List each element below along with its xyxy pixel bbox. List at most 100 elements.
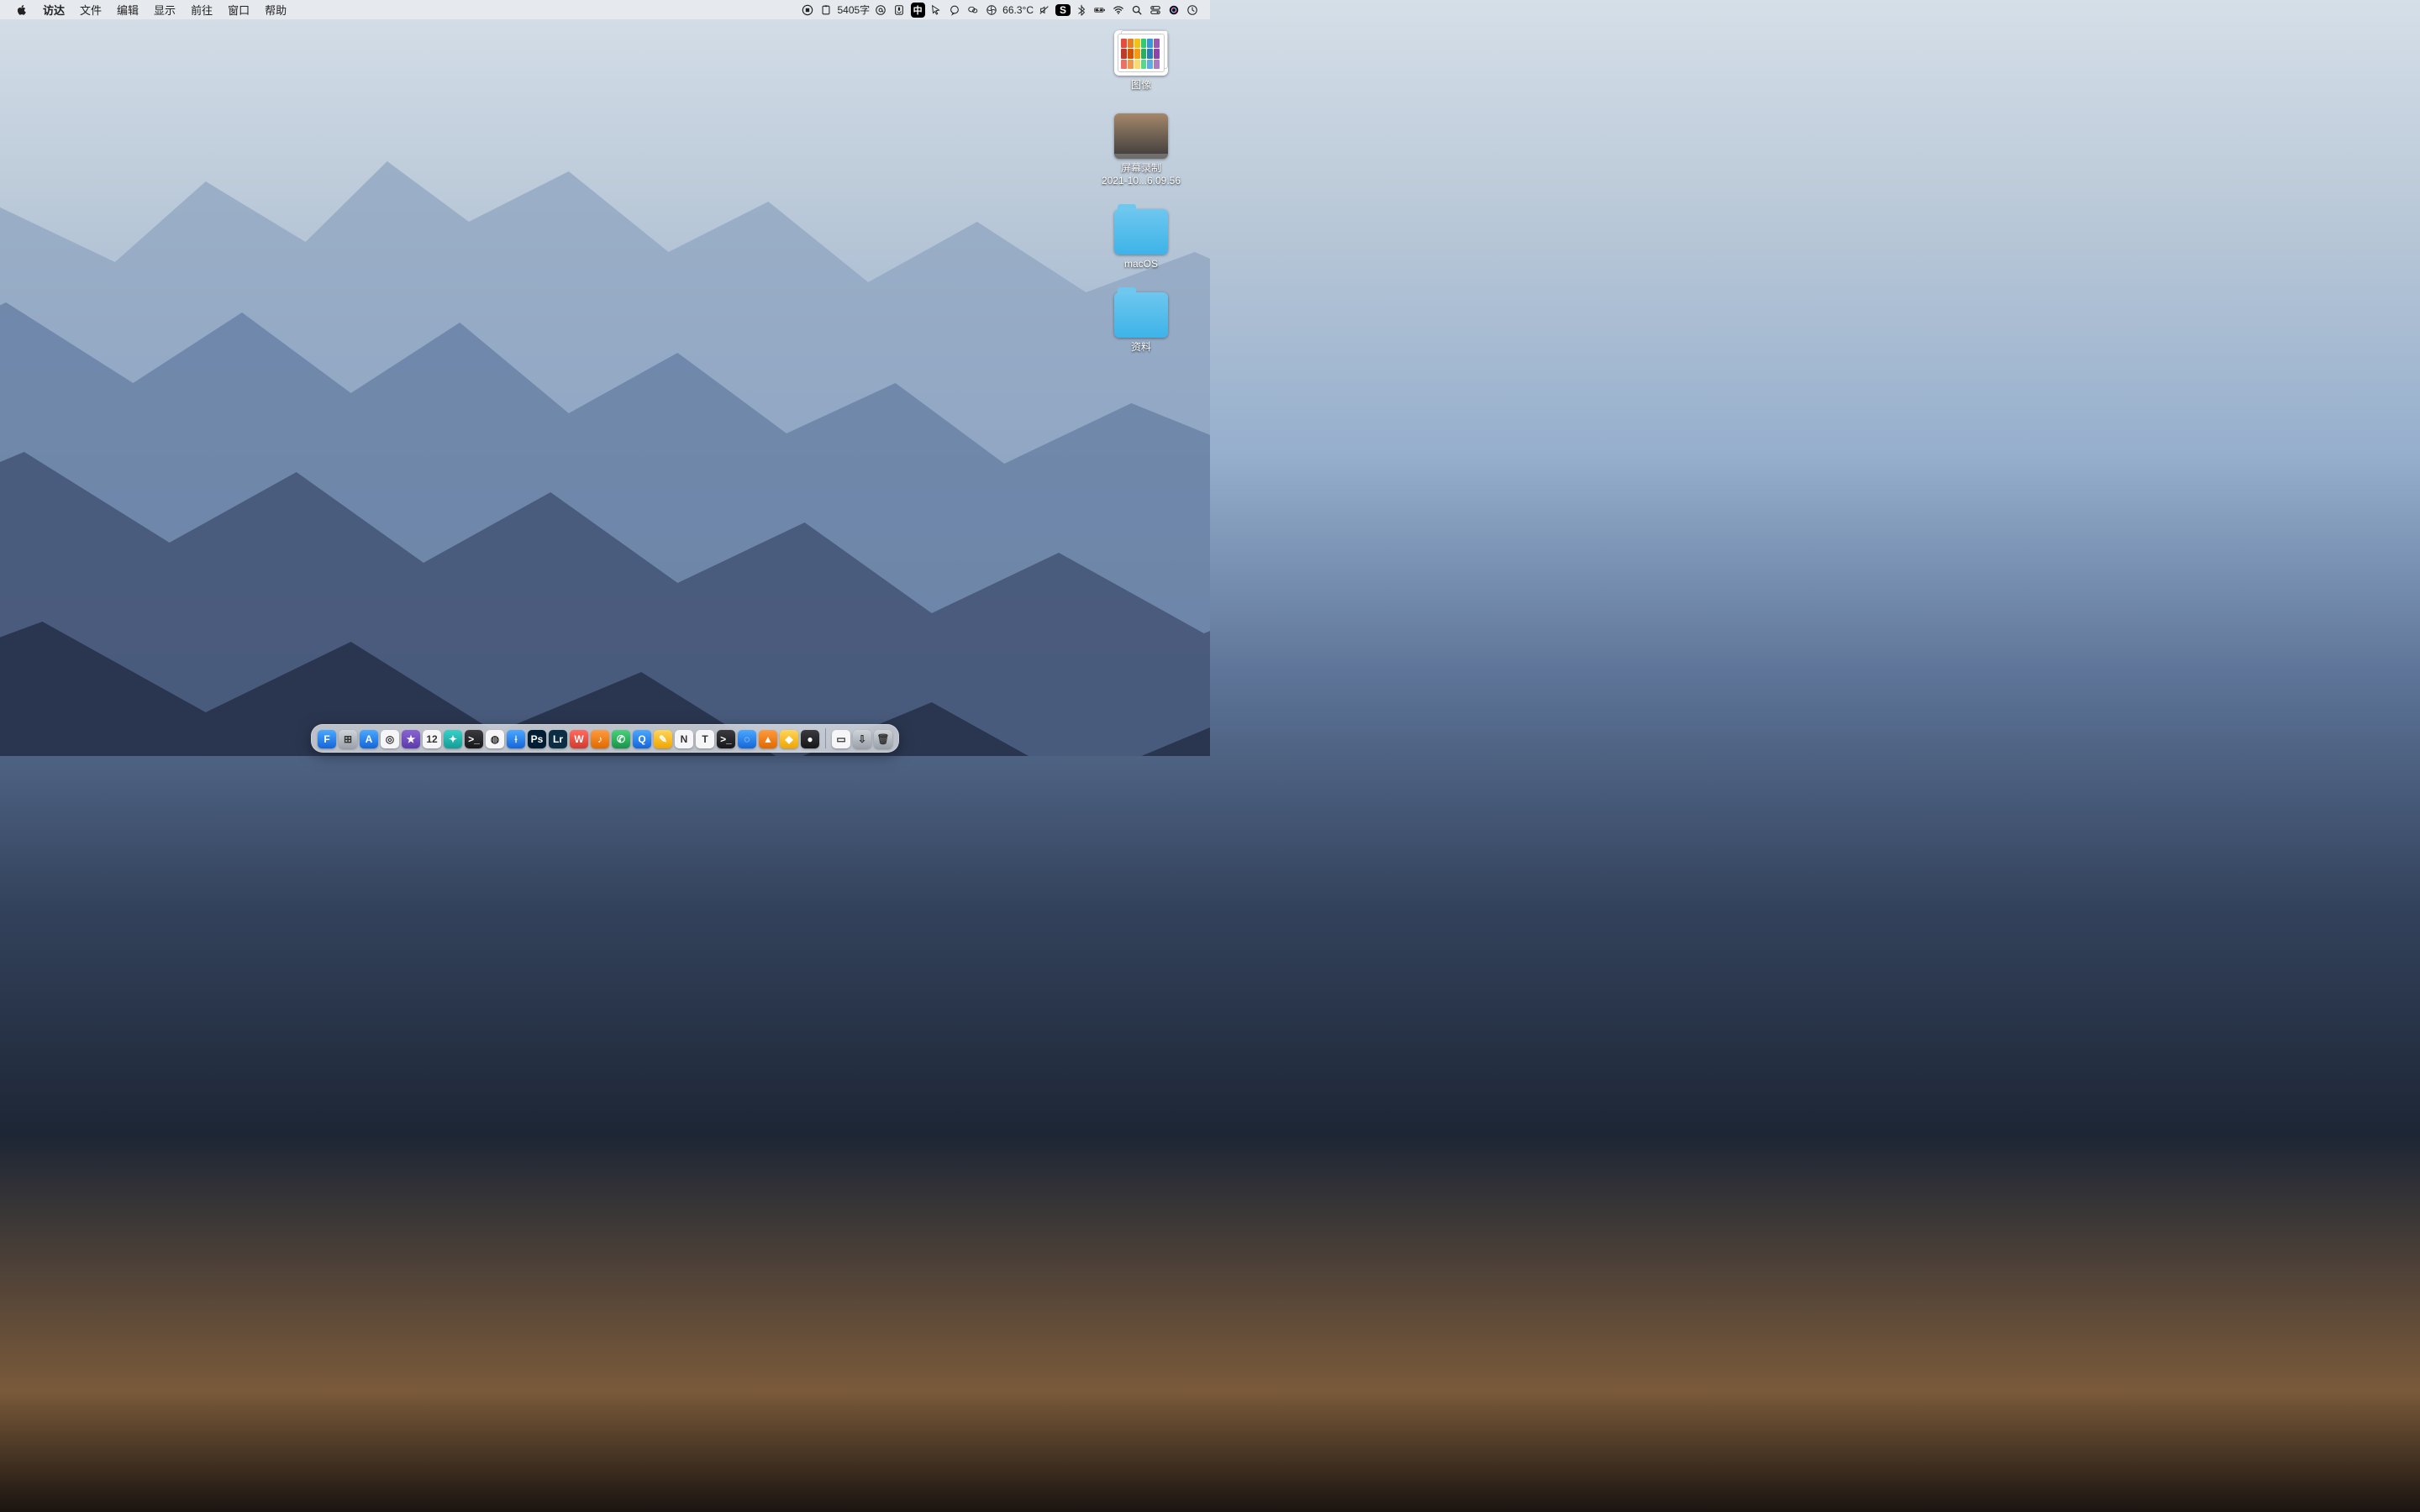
terminal2-icon: >_ bbox=[717, 730, 735, 748]
dock-app-store[interactable]: A bbox=[360, 730, 378, 748]
dock-feishu[interactable]: ✦ bbox=[444, 730, 462, 748]
photoshop-icon: Ps bbox=[528, 730, 546, 748]
safari-icon: ◎ bbox=[381, 730, 399, 748]
dock-downloads[interactable]: ⇩ bbox=[853, 730, 871, 748]
dock-typora[interactable]: T bbox=[696, 730, 714, 748]
menu-window[interactable]: 窗口 bbox=[220, 0, 257, 20]
menu-view-label: 显示 bbox=[154, 2, 176, 18]
mute-icon[interactable] bbox=[1035, 0, 1054, 20]
clock-icon[interactable] bbox=[1183, 0, 1202, 20]
menubar: 访达 文件 编辑 显示 前往 窗口 帮助 5405字 中 66.3°C S bbox=[0, 0, 1210, 20]
lightroom-icon: Lr bbox=[549, 730, 567, 748]
wps-icon: W bbox=[570, 730, 588, 748]
spotlight-icon[interactable] bbox=[1128, 0, 1146, 20]
ime-lang[interactable]: 中 bbox=[908, 0, 927, 20]
dock-separator bbox=[825, 728, 826, 748]
dock-wps[interactable]: W bbox=[570, 730, 588, 748]
menu-help[interactable]: 帮助 bbox=[257, 0, 294, 20]
siri-icon[interactable] bbox=[1165, 0, 1183, 20]
app-name[interactable]: 访达 bbox=[35, 0, 72, 20]
folder-thumb bbox=[1114, 292, 1168, 338]
ime-lang-label: 中 bbox=[911, 3, 925, 18]
menu-file[interactable]: 文件 bbox=[72, 0, 109, 20]
desktop-icon-macos-label: macOS bbox=[1124, 258, 1158, 270]
wechat-icon: ✆ bbox=[612, 730, 630, 748]
paste-icon[interactable] bbox=[817, 0, 835, 20]
chrome-icon: ◍ bbox=[486, 730, 504, 748]
dock-vlc[interactable]: ▲ bbox=[759, 730, 777, 748]
bluetooth-icon[interactable] bbox=[1072, 0, 1091, 20]
sogou-icon[interactable]: S bbox=[1054, 0, 1072, 20]
battery-icon[interactable] bbox=[1091, 0, 1109, 20]
at-icon[interactable] bbox=[871, 0, 890, 20]
dock-qq[interactable]: Q bbox=[633, 730, 651, 748]
image-stack-thumb bbox=[1114, 30, 1168, 76]
dock-dingtalk[interactable]: ◌ bbox=[738, 730, 756, 748]
menu-window-label: 窗口 bbox=[228, 2, 250, 18]
dock-recent-doc[interactable]: ▭ bbox=[832, 730, 850, 748]
dock-wechat[interactable]: ✆ bbox=[612, 730, 630, 748]
menu-edit-label: 编辑 bbox=[117, 2, 139, 18]
dock-safari[interactable]: ◎ bbox=[381, 730, 399, 748]
notion-icon: N bbox=[675, 730, 693, 748]
menu-go[interactable]: 前往 bbox=[183, 0, 220, 20]
cursor-icon[interactable] bbox=[927, 0, 945, 20]
vscode-icon: ⟊ bbox=[507, 730, 525, 748]
app-name-label: 访达 bbox=[43, 2, 65, 18]
fan-icon[interactable] bbox=[982, 0, 1001, 20]
desktop-icons: 图像 屏幕录制 2021-10...6.09.56 macOS 资料 bbox=[1091, 30, 1192, 354]
dock-music[interactable]: ♪ bbox=[591, 730, 609, 748]
menu-help-label: 帮助 bbox=[265, 2, 287, 18]
sogou-label: S bbox=[1055, 4, 1071, 16]
apple-menu[interactable] bbox=[8, 0, 35, 20]
dock-vscode[interactable]: ⟊ bbox=[507, 730, 525, 748]
desktop-icon-images-label: 图像 bbox=[1131, 79, 1151, 92]
calendar-icon: 12 bbox=[423, 730, 441, 748]
dock-calendar[interactable]: 12 bbox=[423, 730, 441, 748]
typora-icon: T bbox=[696, 730, 714, 748]
dock-trash[interactable]: 🗑 bbox=[874, 730, 892, 748]
finder-icon: F bbox=[318, 730, 336, 748]
recent-doc-icon: ▭ bbox=[832, 730, 850, 748]
wifi-icon[interactable] bbox=[1109, 0, 1128, 20]
dock-notion[interactable]: N bbox=[675, 730, 693, 748]
desktop-icon-macos-folder[interactable]: macOS bbox=[1091, 209, 1192, 270]
desktop-icon-screenrecording[interactable]: 屏幕录制 2021-10...6.09.56 bbox=[1091, 113, 1192, 187]
menubar-left: 访达 文件 编辑 显示 前往 窗口 帮助 bbox=[8, 0, 294, 20]
vlc-icon: ▲ bbox=[759, 730, 777, 748]
cpu-temp[interactable]: 66.3°C bbox=[1001, 4, 1035, 16]
music-icon: ♪ bbox=[591, 730, 609, 748]
notes-icon: ✎ bbox=[654, 730, 672, 748]
wechat-status-icon[interactable] bbox=[964, 0, 982, 20]
menubar-right: 5405字 中 66.3°C S bbox=[798, 0, 1202, 20]
dock-terminal2[interactable]: >_ bbox=[717, 730, 735, 748]
desktop-icon-images[interactable]: 图像 bbox=[1091, 30, 1192, 92]
dock-chrome[interactable]: ◍ bbox=[486, 730, 504, 748]
dock-photoshop[interactable]: Ps bbox=[528, 730, 546, 748]
menu-view[interactable]: 显示 bbox=[146, 0, 183, 20]
dock-imovie[interactable]: ★ bbox=[402, 730, 420, 748]
control-center-icon[interactable] bbox=[1146, 0, 1165, 20]
dock-notes[interactable]: ✎ bbox=[654, 730, 672, 748]
desktop-wallpaper bbox=[0, 0, 1210, 756]
downloads-icon: ⇩ bbox=[853, 730, 871, 748]
menu-go-label: 前往 bbox=[191, 2, 213, 18]
chat-icon[interactable] bbox=[945, 0, 964, 20]
dock-siri[interactable]: ● bbox=[801, 730, 819, 748]
stop-record-icon[interactable] bbox=[798, 0, 817, 20]
dock-launchpad[interactable]: ⊞ bbox=[339, 730, 357, 748]
dock-sketch[interactable]: ◆ bbox=[780, 730, 798, 748]
dock-iterm[interactable]: >_ bbox=[465, 730, 483, 748]
char-count[interactable]: 5405字 bbox=[835, 3, 871, 17]
mic-icon[interactable] bbox=[890, 0, 908, 20]
menu-edit[interactable]: 编辑 bbox=[109, 0, 146, 20]
menu-file-label: 文件 bbox=[80, 2, 102, 18]
desktop-icon-data-folder[interactable]: 资料 bbox=[1091, 292, 1192, 354]
char-count-label: 5405字 bbox=[837, 4, 870, 16]
launchpad-icon: ⊞ bbox=[339, 730, 357, 748]
dock-finder[interactable]: F bbox=[318, 730, 336, 748]
sketch-icon: ◆ bbox=[780, 730, 798, 748]
trash-icon: 🗑 bbox=[874, 730, 892, 748]
dock-lightroom[interactable]: Lr bbox=[549, 730, 567, 748]
siri-icon: ● bbox=[801, 730, 819, 748]
